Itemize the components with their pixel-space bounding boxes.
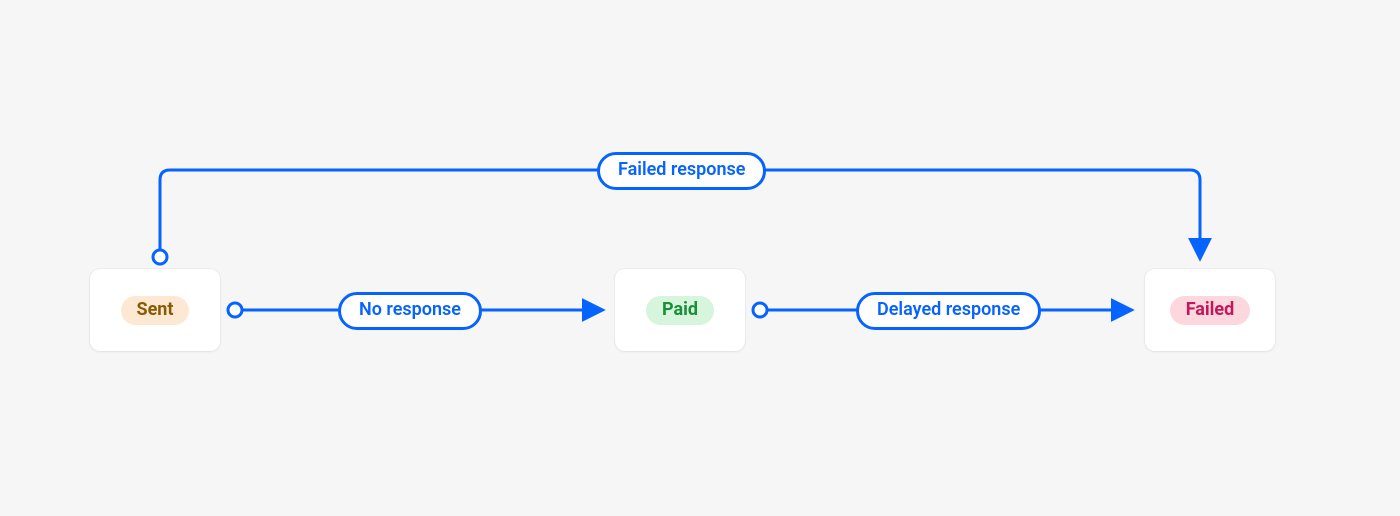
state-badge-paid: Paid (646, 296, 714, 325)
state-node-sent: Sent (90, 269, 220, 351)
port-sent-top (153, 250, 167, 264)
state-badge-sent: Sent (121, 296, 190, 325)
transition-label-failed-response: Failed response (597, 152, 766, 190)
state-diagram: Sent Paid Failed No response Delayed res… (0, 0, 1400, 516)
state-badge-failed: Failed (1170, 296, 1251, 325)
state-node-failed: Failed (1145, 269, 1275, 351)
state-node-paid: Paid (615, 269, 745, 351)
transition-label-delayed-response: Delayed response (856, 292, 1041, 330)
port-paid-right (753, 303, 767, 317)
transition-label-no-response: No response (338, 292, 482, 330)
diagram-edges (0, 0, 1400, 516)
port-sent-right (228, 303, 242, 317)
